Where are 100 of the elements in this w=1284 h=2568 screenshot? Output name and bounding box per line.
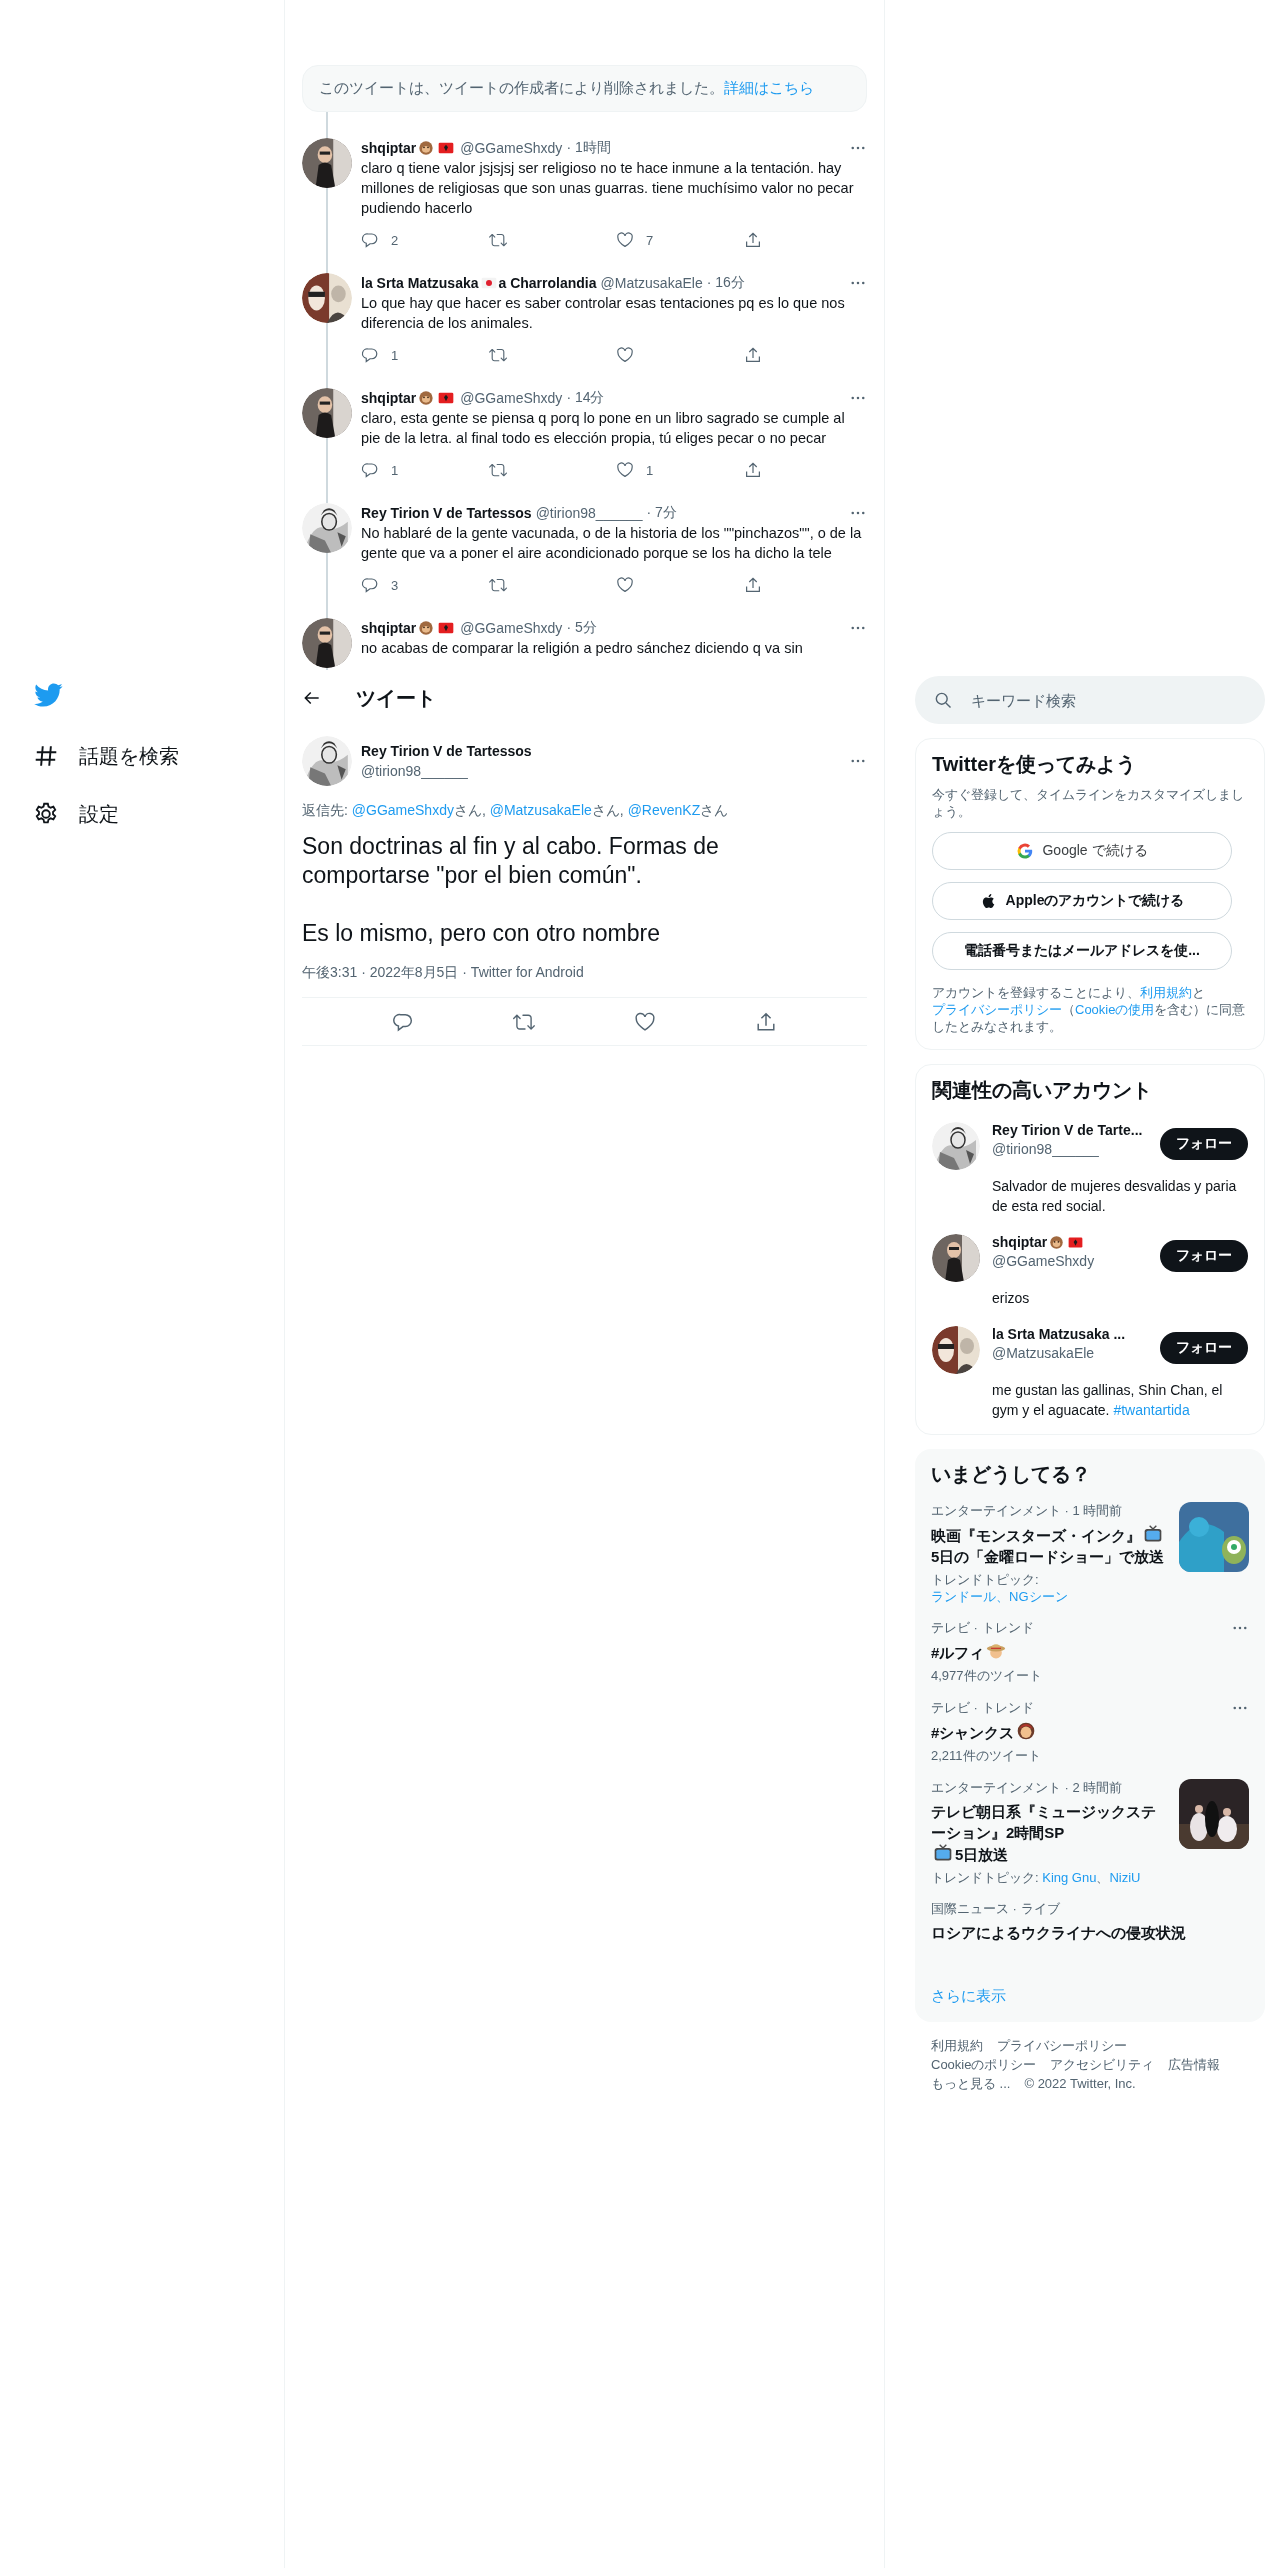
reply-icon[interactable] — [361, 231, 379, 249]
tweet-text: no acabas de comparar la religión a pedro sánchez diciendo q va sin — [361, 639, 804, 658]
like-count: 7 — [646, 232, 654, 248]
heart-icon[interactable] — [634, 1010, 657, 1033]
trend-title[interactable]: 映画『モンスターズ・インク』 — [931, 1525, 1141, 1546]
nav-link[interactable]: 設定 — [79, 798, 119, 830]
nav-link[interactable]: 話題を検索 — [79, 740, 179, 772]
retweet-icon[interactable] — [488, 576, 507, 594]
flag-icon[interactable] — [1068, 1235, 1084, 1250]
reply-count: 1 — [391, 462, 399, 478]
trend-title[interactable]: #ルフィ — [931, 1642, 985, 1663]
flag-icon — [438, 620, 455, 636]
trend-title[interactable]: 5日放送 — [955, 1844, 1009, 1865]
heart-icon[interactable] — [616, 576, 634, 594]
monkey-face-icon — [418, 390, 435, 406]
footer-link[interactable]: 利用規約 — [931, 2036, 983, 2055]
card-title: Twitterを使ってみよう — [932, 752, 1138, 777]
search-field[interactable]: キーワード検索 — [915, 676, 1265, 724]
face-icon — [1016, 1721, 1037, 1741]
search-icon — [933, 690, 953, 710]
user-name[interactable]: Rey Tirion V de Tartessos — [361, 743, 532, 759]
heart-icon[interactable] — [616, 461, 634, 479]
tweet-count: 4,977件のツイート — [931, 1667, 1043, 1685]
user-name: shqiptar — [361, 140, 417, 156]
footer-link[interactable]: アクセシビリティ — [1050, 2055, 1155, 2074]
retweet-icon[interactable] — [488, 231, 507, 249]
user-bio: Salvador de mujeres desvalidas y paria de esta red social. — [992, 1177, 1238, 1216]
user-name[interactable]: la Srta Matzusaka ... — [992, 1326, 1126, 1342]
retweet-icon[interactable] — [488, 461, 507, 479]
tweet-text: Lo que hay que hacer es saber controlar esas tentaciones pq es lo que nos diferencia de los animales. — [361, 294, 846, 333]
follow-button[interactable]: フォロー — [1160, 1240, 1248, 1272]
retweet-icon[interactable] — [488, 346, 507, 364]
heart-icon[interactable] — [616, 346, 634, 364]
share-icon[interactable] — [743, 576, 762, 594]
user-handle[interactable]: @GGameShxdy — [992, 1253, 1160, 1269]
heart-icon[interactable] — [616, 231, 634, 249]
user-name[interactable]: Rey Tirion V de Tarte... — [992, 1122, 1143, 1138]
user-name[interactable]: shqiptar — [992, 1234, 1048, 1250]
footer-link[interactable]: Cookieのポリシー — [931, 2055, 1037, 2074]
user-handle[interactable]: @tirion98______ — [992, 1141, 1160, 1157]
monkey-face-icon — [418, 140, 435, 156]
google-signin-button[interactable]: Google で続ける — [932, 832, 1232, 870]
follow-button[interactable]: フォロー — [1160, 1128, 1248, 1160]
trend-topics: トレンドトピック: King Gnu、NiziU — [931, 1869, 1142, 1886]
share-icon[interactable] — [743, 346, 762, 364]
hashtag-icon[interactable] — [33, 743, 59, 769]
reply-icon[interactable] — [361, 461, 379, 479]
user-name: la Srta Matzusaka — [361, 275, 479, 291]
footer-link[interactable]: 広告情報 — [1168, 2055, 1221, 2074]
tweet-count: 2,211件のツイート — [931, 1747, 1042, 1765]
user-name: a Charrolandia — [498, 275, 597, 291]
user-bio: erizos — [992, 1289, 1031, 1308]
reply-count: 2 — [391, 232, 399, 248]
flag-icon — [438, 140, 455, 156]
follow-button[interactable]: フォロー — [1160, 1332, 1248, 1364]
user-handle[interactable]: @tirion98______ — [535, 505, 643, 521]
user-handle[interactable]: @GGameShxdy — [460, 620, 563, 636]
share-icon[interactable] — [743, 461, 762, 479]
reply-icon[interactable] — [361, 576, 379, 594]
trend-category: テレビ · トレンド — [931, 1699, 1035, 1717]
tweet-time[interactable]: · 1時間 — [566, 139, 611, 157]
trend-title[interactable]: 5日の「金曜ロードショー」で放送 — [931, 1546, 1165, 1567]
apple-signin-button[interactable]: Appleのアカウントで続ける — [932, 882, 1232, 920]
deleted-notice: このツイートは、ツイートの作成者により削除されました。詳細はこちら — [302, 65, 867, 112]
phone-signup-button[interactable]: 電話番号またはメールアドレスを使... — [932, 932, 1232, 970]
user-handle[interactable]: @MatzusakaEle — [992, 1345, 1160, 1361]
monkey-face-icon[interactable] — [1049, 1235, 1065, 1250]
page-title: ツイート — [356, 685, 436, 711]
reply-count: 1 — [391, 347, 399, 363]
trend-title[interactable]: テレビ朝日系『ミュージックステーション』2時間SP — [931, 1801, 1169, 1843]
user-name: shqiptar — [361, 620, 417, 636]
card-title: いまどうしてる？ — [931, 1462, 1092, 1487]
tweet-time[interactable]: · 7分 — [646, 504, 677, 522]
monkey-face-icon — [418, 620, 435, 636]
user-handle[interactable]: @GGameShxdy — [460, 390, 563, 406]
user-handle[interactable]: @GGameShxdy — [460, 140, 563, 156]
card-title: 関連性の高いアカウント — [932, 1078, 1153, 1103]
footer-link[interactable]: もっと見る ... — [931, 2074, 1011, 2093]
user-handle[interactable]: @MatzusakaEle — [600, 275, 703, 291]
flag-icon — [480, 275, 497, 291]
reply-count: 3 — [391, 577, 399, 593]
tweet-text: Es lo mismo, pero con otro nombre — [302, 919, 661, 948]
tweet-time[interactable]: · 14分 — [566, 389, 605, 407]
reply-icon[interactable] — [361, 346, 379, 364]
share-icon[interactable] — [755, 1010, 778, 1033]
terms-text: アカウントを登録することにより、利用規約 と プライバシーポリシー（Cookieの使用を含む）に同意したとみなされます。 — [932, 984, 1247, 1035]
tweet-meta: 午後3:31 · 2022年8月5日 · Twitter for Android — [302, 964, 585, 982]
footer-link[interactable]: プライバシーポリシー — [997, 2036, 1127, 2055]
flag-icon — [438, 390, 455, 406]
trend-title[interactable]: ロシアによるウクライナへの侵攻状況 — [931, 1922, 1186, 1943]
tweet-time[interactable]: · 5分 — [566, 619, 597, 637]
trend-title[interactable]: #シャンクス — [931, 1722, 1015, 1743]
tv-icon — [933, 1843, 953, 1863]
share-icon[interactable] — [743, 231, 762, 249]
tweet-time[interactable]: · 16分 — [706, 274, 745, 292]
tweet-text: claro q tiene valor jsjsjsj ser religioso no te hace inmune a la tentación. hay millones de religiosas que son unas guarras. tiene muchísimo valor no pecar pudiendo hacerlo — [361, 159, 855, 218]
tweet-text: No hablaré de la gente vacunada, o de la historia de los ""pinchazos"", o de la gente que va a poner el aire acondicionado porque se los ha dicho la tele — [361, 524, 863, 563]
footer-link[interactable]: © 2022 Twitter, Inc. — [1024, 2074, 1136, 2093]
user-handle[interactable]: @tirion98______ — [361, 763, 532, 779]
like-count: 1 — [646, 462, 654, 478]
